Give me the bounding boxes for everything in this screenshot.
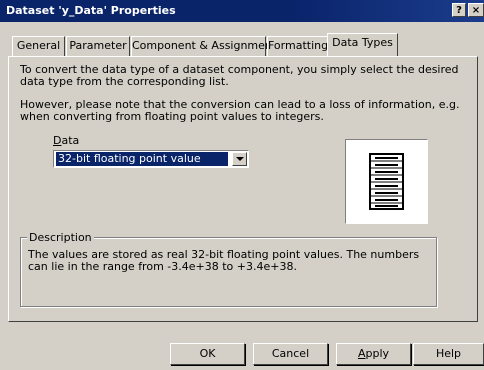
description-legend: Description <box>27 231 94 244</box>
chevron-down-icon[interactable] <box>232 152 247 166</box>
tab-general[interactable]: General <box>12 36 65 56</box>
data-label: Data <box>53 134 80 147</box>
tab-component-assignments[interactable]: Component & Assignments <box>131 36 282 56</box>
close-icon[interactable]: × <box>468 3 484 17</box>
ok-button[interactable]: OK <box>170 343 245 365</box>
description-text: The values are stored as real 32-bit flo… <box>28 248 420 273</box>
data-table-icon <box>369 153 404 210</box>
intro-text: To convert the data type of a dataset co… <box>20 63 459 88</box>
cancel-button[interactable]: Cancel <box>253 343 328 365</box>
tab-data-types[interactable]: Data Types <box>327 33 398 56</box>
window-title: Dataset 'y_Data' Properties <box>6 4 176 17</box>
apply-button[interactable]: Apply <box>336 343 411 365</box>
data-type-selected-value: 32-bit floating point value <box>55 151 229 167</box>
help-title-button[interactable]: ? <box>452 3 466 17</box>
data-type-select[interactable]: 32-bit floating point value <box>53 150 249 168</box>
warning-text: However, please note that the conversion… <box>20 98 460 123</box>
tab-formatting[interactable]: Formatting <box>267 36 328 56</box>
title-bar: Dataset 'y_Data' Properties ? × <box>0 0 484 22</box>
help-button[interactable]: Help <box>413 343 484 365</box>
tab-parameter[interactable]: Parameter <box>66 36 130 56</box>
data-type-preview <box>345 139 428 224</box>
